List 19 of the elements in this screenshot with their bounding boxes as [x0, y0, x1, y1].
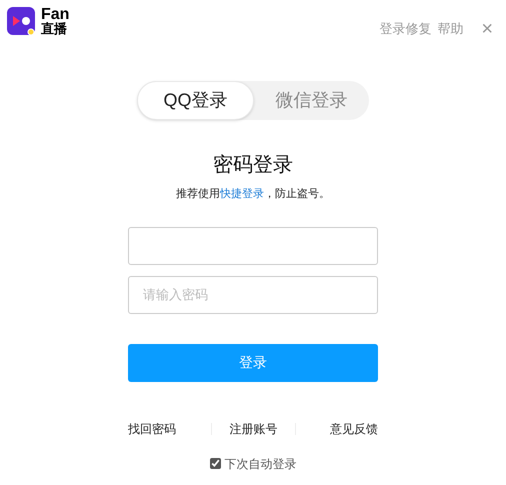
footer-link[interactable]: 找回密码: [128, 420, 176, 438]
footer-link[interactable]: 意见反馈: [330, 420, 378, 438]
top-link[interactable]: 登录修复: [379, 19, 432, 39]
login-hint: 推荐使用快捷登录，防止盗号。: [176, 186, 330, 202]
close-button[interactable]: ×: [481, 19, 493, 39]
username-field[interactable]: [128, 226, 378, 264]
form-title: 密码登录: [213, 153, 293, 178]
auto-login-label: 下次自动登录: [224, 456, 296, 472]
auto-login-checkbox[interactable]: [210, 458, 220, 469]
logo-icon: [7, 7, 35, 37]
password-field[interactable]: 请输入密码: [128, 276, 378, 314]
brand-subtitle: 直播: [41, 22, 68, 36]
login-tab[interactable]: QQ登录: [137, 81, 254, 120]
brand-name: Fan: [41, 8, 70, 22]
quick-login-link[interactable]: 快捷登录: [220, 188, 264, 200]
footer-link[interactable]: 注册账号: [229, 420, 278, 438]
login-button[interactable]: 登录: [128, 344, 378, 382]
top-link[interactable]: 帮助: [437, 19, 464, 39]
login-tab[interactable]: 微信登录: [254, 81, 369, 120]
